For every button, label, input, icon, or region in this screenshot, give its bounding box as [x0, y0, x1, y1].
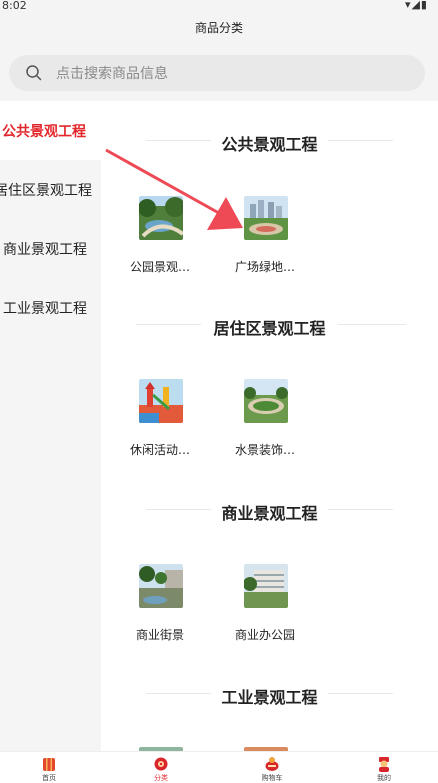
status-time: 8:02 — [2, 0, 27, 12]
sidebar-item-industrial[interactable]: 工业景观工程 — [0, 278, 101, 337]
tab-label: 购物车 — [261, 774, 283, 782]
section-title: 工业景观工程 — [221, 688, 318, 707]
tab-home[interactable]: 首页 — [19, 752, 79, 783]
tab-label: 分类 — [154, 774, 168, 782]
sidebar-item-commercial[interactable]: 商业景观工程 — [0, 219, 101, 278]
product-name: 商业办公园 — [234, 628, 295, 642]
product-image — [139, 196, 183, 240]
page-title: 商品分类 — [194, 21, 243, 35]
product-list[interactable]: 公共景观工程 公园景观… 广场绿地… 居住区景观工程 休闲活动… 水景装饰… 商… — [101, 101, 438, 751]
tab-label: 首页 — [42, 774, 56, 782]
search-bar[interactable]: 点击搜索商品信息 — [9, 55, 425, 91]
profile-icon — [379, 757, 389, 772]
page-header: 商品分类 — [0, 14, 438, 46]
tab-category[interactable]: 分类 — [131, 752, 191, 783]
product-name: 休闲活动… — [129, 443, 190, 457]
sidebar-item-label: 商业景观工程 — [3, 242, 87, 258]
search-area: 点击搜索商品信息 — [0, 46, 438, 101]
product-name: 水景装饰… — [234, 443, 295, 457]
tab-profile[interactable]: 我的 — [354, 752, 414, 783]
product-image — [139, 564, 183, 608]
category-icon — [154, 757, 168, 771]
status-bar: 8:02 ▾◢▮ — [0, 0, 438, 14]
status-icons: ▾◢▮ — [404, 0, 428, 11]
tab-label: 我的 — [377, 774, 391, 782]
bottom-tab-bar: 首页 分类 购物车 我的 — [0, 751, 438, 783]
product-image — [244, 379, 288, 423]
search-input[interactable]: 点击搜索商品信息 — [56, 63, 168, 83]
product-image — [139, 379, 183, 423]
product-name: 公园景观… — [129, 260, 190, 274]
section-title: 商业景观工程 — [221, 504, 318, 523]
home-icon — [43, 758, 55, 771]
sidebar-item-label: 工业景观工程 — [3, 301, 87, 317]
product-image — [244, 564, 288, 608]
product-name: 广场绿地… — [234, 260, 295, 274]
product-image — [244, 196, 288, 240]
search-icon — [26, 65, 42, 81]
cart-icon — [265, 757, 279, 771]
product-name: 商业街景 — [135, 628, 184, 642]
section-title: 公共景观工程 — [221, 135, 318, 154]
tab-cart[interactable]: 购物车 — [242, 752, 302, 783]
sidebar-item-label: 居住区景观工程 — [0, 183, 92, 199]
sidebar-item-residential[interactable]: 居住区景观工程 — [0, 160, 101, 219]
category-sidebar: 公共景观工程 居住区景观工程 商业景观工程 工业景观工程 — [0, 101, 101, 751]
sidebar-item-label: 公共景观工程 — [2, 124, 86, 140]
sidebar-item-public[interactable]: 公共景观工程 — [0, 101, 101, 160]
section-title: 居住区景观工程 — [213, 319, 326, 338]
